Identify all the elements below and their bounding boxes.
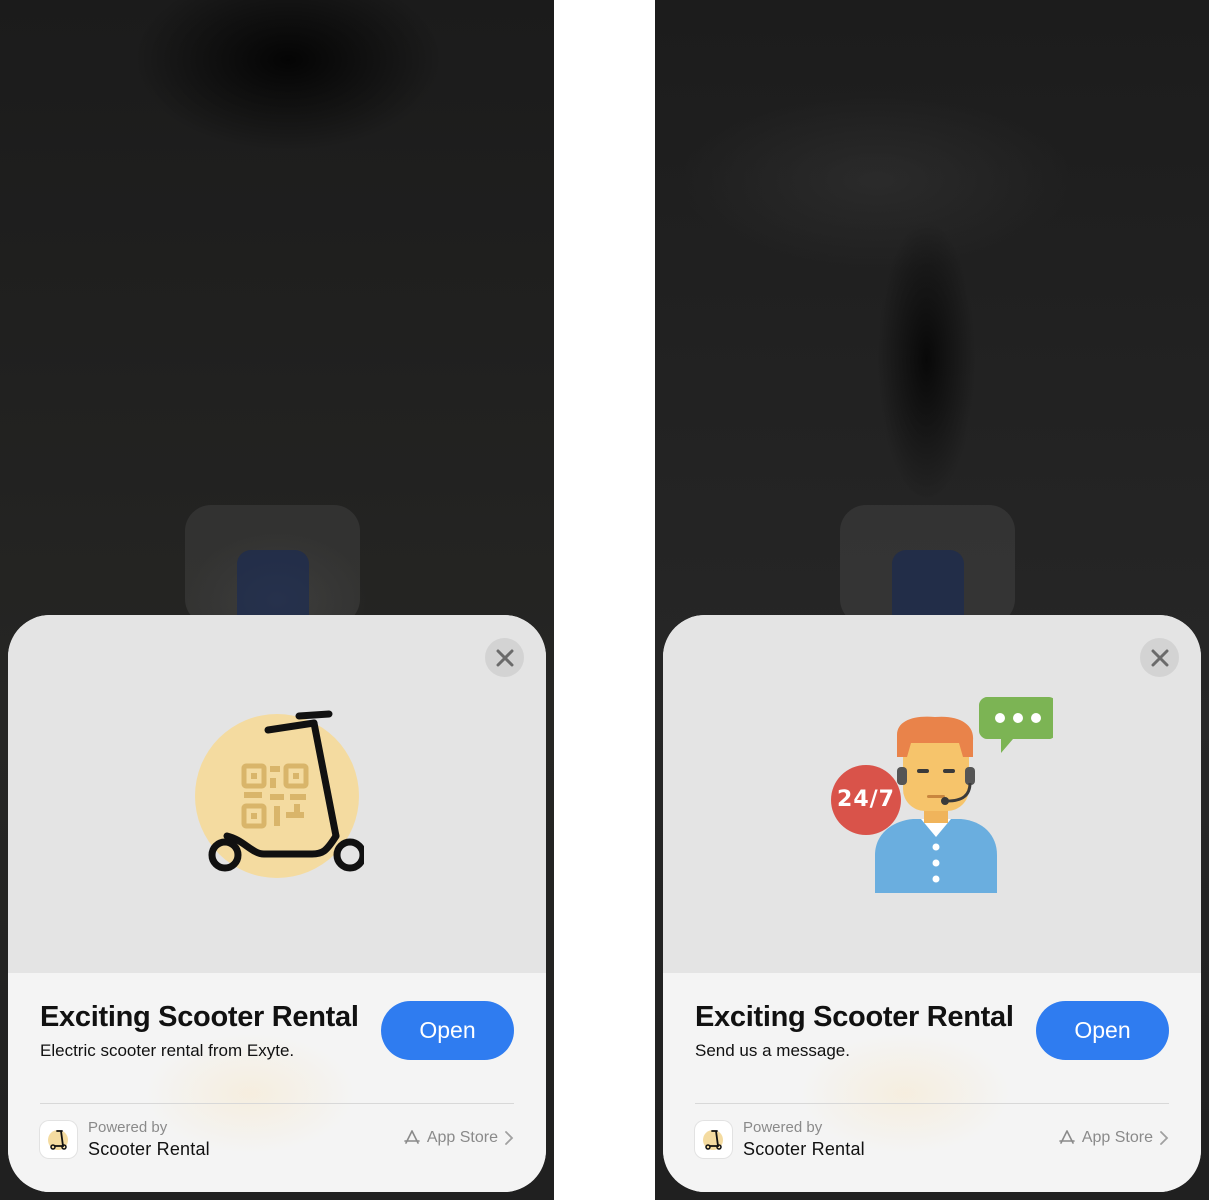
card-footer: Exciting Scooter Rental Send us a messag…	[663, 973, 1201, 1192]
app-store-icon	[1059, 1130, 1075, 1144]
scooter-app-icon	[47, 1129, 68, 1150]
card-subtitle: Send us a message.	[695, 1041, 850, 1060]
app-name[interactable]: Scooter Rental	[743, 1139, 865, 1160]
powered-by-label: Powered by	[743, 1119, 823, 1136]
open-button[interactable]: Open	[1036, 1001, 1169, 1060]
close-icon	[496, 649, 513, 666]
chevron-right-icon	[1160, 1131, 1169, 1145]
card-title: Exciting Scooter Rental	[40, 1001, 359, 1033]
24-7-badge-text: 24/7	[837, 787, 895, 812]
app-icon	[695, 1121, 732, 1158]
screen-left: Exciting Scooter Rental Electric scooter…	[0, 0, 554, 1200]
hero-area	[8, 615, 546, 973]
app-store-link[interactable]: App Store	[1058, 1129, 1169, 1147]
background-blurred-tile	[840, 505, 1015, 630]
app-icon	[40, 1121, 77, 1158]
app-store-link[interactable]: App Store	[403, 1129, 514, 1147]
close-icon	[1151, 649, 1168, 666]
open-button[interactable]: Open	[381, 1001, 514, 1060]
app-name[interactable]: Scooter Rental	[88, 1139, 210, 1160]
scooter-app-icon	[702, 1129, 723, 1150]
close-button[interactable]	[1140, 638, 1179, 677]
divider	[40, 1103, 514, 1104]
app-store-icon	[404, 1130, 420, 1144]
app-store-label: App Store	[1081, 1129, 1153, 1146]
app-clip-card: Exciting Scooter Rental Electric scooter…	[8, 615, 546, 1192]
card-footer: Exciting Scooter Rental Electric scooter…	[8, 973, 546, 1192]
scooter-qr-icon	[195, 710, 364, 878]
app-store-label: App Store	[426, 1129, 498, 1146]
powered-by-label: Powered by	[88, 1119, 168, 1136]
close-button[interactable]	[485, 638, 524, 677]
app-clip-card: 24/7 Exciting Scooter Rental Send us a m…	[663, 615, 1201, 1192]
background-blurred-tile	[185, 505, 360, 630]
divider	[695, 1103, 1169, 1104]
chevron-right-icon	[505, 1131, 514, 1145]
card-title: Exciting Scooter Rental	[695, 1001, 1014, 1033]
screen-right: 24/7 Exciting Scooter Rental Send us a m…	[655, 0, 1209, 1200]
card-subtitle: Electric scooter rental from Exyte.	[40, 1041, 295, 1060]
hero-area: 24/7	[663, 615, 1201, 973]
